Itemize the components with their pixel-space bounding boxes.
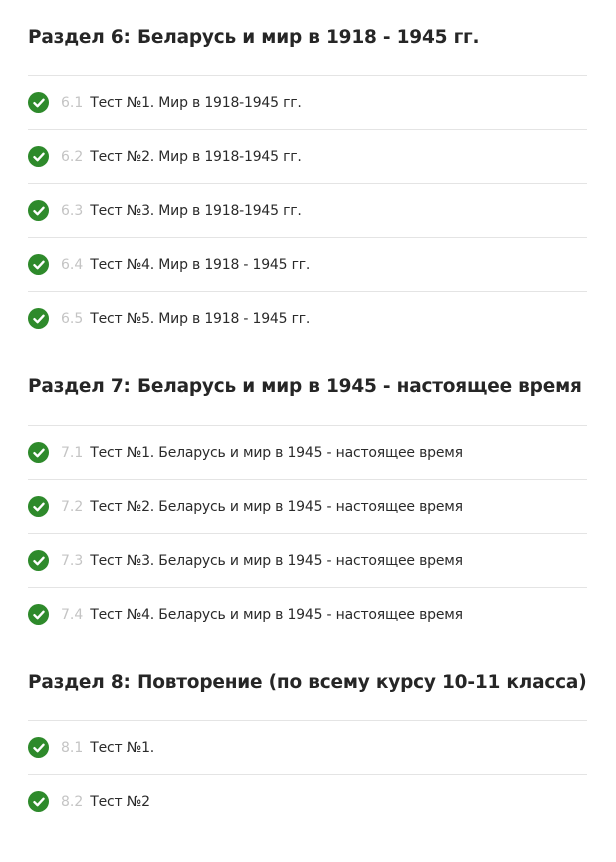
- check-circle-icon: [28, 442, 49, 463]
- lesson-item-7-1[interactable]: 7.1 Тест №1. Беларусь и мир в 1945 - нас…: [28, 425, 587, 479]
- lesson-item-7-4[interactable]: 7.4 Тест №4. Беларусь и мир в 1945 - нас…: [28, 587, 587, 641]
- lesson-title[interactable]: Тест №2: [90, 794, 150, 810]
- check-circle-icon: [28, 254, 49, 275]
- lesson-number: 7.1: [61, 444, 84, 461]
- check-circle-icon: [28, 496, 49, 517]
- check-circle-icon: [28, 550, 49, 571]
- lesson-title[interactable]: Тест №4. Мир в 1918 - 1945 гг.: [90, 257, 310, 273]
- section-title: Раздел 8: Повторение (по всему курсу 10-…: [28, 672, 587, 693]
- lesson-item-6-5[interactable]: 6.5 Тест №5. Мир в 1918 - 1945 гг.: [28, 291, 587, 345]
- lesson-item-6-1[interactable]: 6.1 Тест №1. Мир в 1918-1945 гг.: [28, 75, 587, 129]
- lesson-title[interactable]: Тест №1.: [90, 740, 154, 756]
- lesson-title[interactable]: Тест №3. Мир в 1918-1945 гг.: [90, 203, 302, 219]
- check-circle-icon: [28, 146, 49, 167]
- check-circle-icon: [28, 737, 49, 758]
- lesson-number: 8.2: [61, 793, 84, 810]
- section-6: Раздел 6: Беларусь и мир в 1918 - 1945 г…: [28, 25, 587, 329]
- lesson-number: 8.1: [61, 739, 84, 756]
- lesson-number: 6.2: [61, 148, 84, 165]
- lesson-item-8-2[interactable]: 8.2 Тест №2: [28, 774, 587, 828]
- lesson-item-6-4[interactable]: 6.4 Тест №4. Мир в 1918 - 1945 гг.: [28, 237, 587, 291]
- check-circle-icon: [28, 308, 49, 329]
- lesson-list: 6.1 Тест №1. Мир в 1918-1945 гг. 6.2 Тес…: [28, 75, 587, 345]
- lesson-title[interactable]: Тест №4. Беларусь и мир в 1945 - настоящ…: [90, 607, 463, 623]
- check-circle-icon: [28, 92, 49, 113]
- lesson-number: 7.2: [61, 498, 84, 515]
- lesson-item-6-2[interactable]: 6.2 Тест №2. Мир в 1918-1945 гг.: [28, 129, 587, 183]
- lesson-number: 6.5: [61, 310, 84, 327]
- lesson-item-6-3[interactable]: 6.3 Тест №3. Мир в 1918-1945 гг.: [28, 183, 587, 237]
- check-circle-icon: [28, 200, 49, 221]
- lesson-title[interactable]: Тест №2. Беларусь и мир в 1945 - настоящ…: [90, 499, 463, 515]
- lesson-title[interactable]: Тест №1. Беларусь и мир в 1945 - настоящ…: [90, 445, 463, 461]
- lesson-title[interactable]: Тест №3. Беларусь и мир в 1945 - настоящ…: [90, 553, 463, 569]
- lesson-number: 7.3: [61, 552, 84, 569]
- lesson-item-7-2[interactable]: 7.2 Тест №2. Беларусь и мир в 1945 - нас…: [28, 479, 587, 533]
- lesson-item-7-3[interactable]: 7.3 Тест №3. Беларусь и мир в 1945 - нас…: [28, 533, 587, 587]
- check-circle-icon: [28, 604, 49, 625]
- lesson-list: 7.1 Тест №1. Беларусь и мир в 1945 - нас…: [28, 425, 587, 641]
- lesson-title[interactable]: Тест №1. Мир в 1918-1945 гг.: [90, 95, 302, 111]
- check-circle-icon: [28, 791, 49, 812]
- section-title: Раздел 7: Беларусь и мир в 1945 - настоя…: [28, 376, 582, 397]
- lesson-number: 6.4: [61, 256, 84, 273]
- section-8: Раздел 8: Повторение (по всему курсу 10-…: [28, 670, 587, 812]
- lesson-number: 7.4: [61, 606, 84, 623]
- lesson-list: 8.1 Тест №1. 8.2 Тест №2: [28, 720, 587, 828]
- lesson-number: 6.1: [61, 94, 84, 111]
- section-title: Раздел 6: Беларусь и мир в 1918 - 1945 г…: [28, 27, 480, 48]
- lesson-number: 6.3: [61, 202, 84, 219]
- lesson-title[interactable]: Тест №2. Мир в 1918-1945 гг.: [90, 149, 302, 165]
- section-7: Раздел 7: Беларусь и мир в 1945 - настоя…: [28, 374, 587, 625]
- lesson-item-8-1[interactable]: 8.1 Тест №1.: [28, 720, 587, 774]
- lesson-title[interactable]: Тест №5. Мир в 1918 - 1945 гг.: [90, 311, 310, 327]
- course-contents: Раздел 6: Беларусь и мир в 1918 - 1945 г…: [0, 0, 616, 862]
